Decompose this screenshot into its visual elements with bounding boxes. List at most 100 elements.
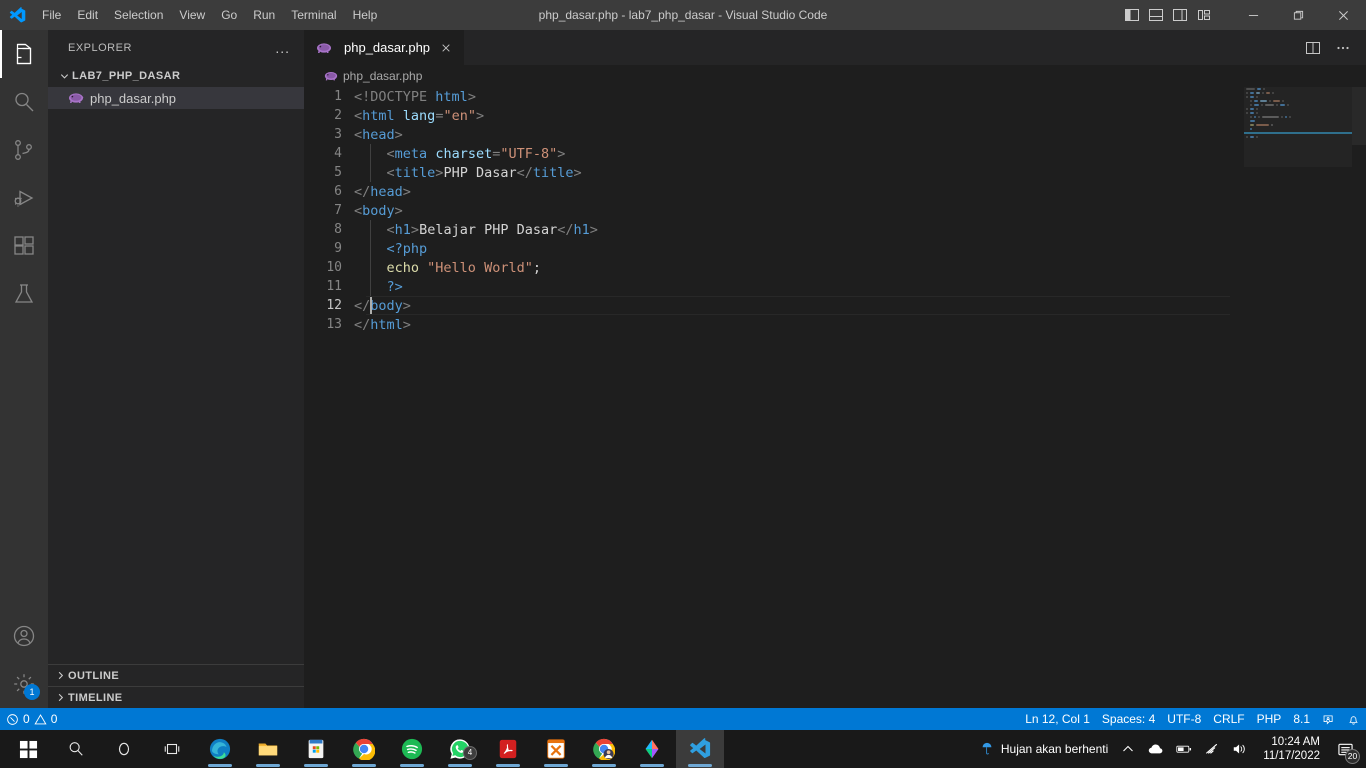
adobe-acrobat-icon[interactable] [484, 730, 532, 768]
cloud-icon[interactable] [1143, 732, 1169, 766]
layout-grid-icon[interactable] [1193, 4, 1215, 26]
editor-minimap[interactable] [1244, 87, 1352, 708]
whatsapp-icon[interactable]: 4 [436, 730, 484, 768]
code-text: <h1>Belajar PHP Dasar</h1> [386, 221, 598, 238]
menu-bar[interactable]: File Edit Selection View Go Run Terminal… [34, 0, 385, 30]
status-encoding[interactable]: UTF-8 [1161, 708, 1207, 730]
file-explorer-icon[interactable] [244, 730, 292, 768]
sidebar-title: EXPLORER [68, 41, 132, 54]
sidebar-item-explorer[interactable] [0, 30, 48, 78]
chevron-up-icon[interactable] [1115, 732, 1141, 766]
split-editor-icon[interactable] [1300, 35, 1326, 61]
bell-icon[interactable] [1341, 708, 1366, 730]
ellipsis-icon[interactable]: ... [269, 40, 296, 56]
panel-right-icon[interactable] [1169, 4, 1191, 26]
code-lines[interactable]: 1 <!DOCTYPE html> 2 <html lang="en"> 3 <head>… [304, 87, 1366, 334]
line-number: 9 [334, 241, 342, 256]
code-editor[interactable]: 1 <!DOCTYPE html> 2 <html lang="en"> 3 <head>… [304, 87, 1366, 708]
task-view-icon[interactable] [148, 730, 196, 768]
gear-icon[interactable]: 1 [0, 660, 48, 708]
explorer-section-timeline[interactable]: TIMELINE [48, 686, 304, 708]
menu-selection[interactable]: Selection [106, 4, 171, 26]
battery-icon[interactable] [1171, 732, 1197, 766]
account-icon[interactable] [0, 612, 48, 660]
code-line-2[interactable]: 2 <html lang="en"> [304, 106, 1366, 125]
cortana-icon[interactable] [100, 730, 148, 768]
close-icon[interactable] [438, 40, 454, 56]
indent-guide [370, 258, 371, 277]
status-indentation[interactable]: Spaces: 4 [1096, 708, 1161, 730]
menu-help[interactable]: Help [345, 4, 386, 26]
explorer-empty-space [48, 109, 304, 664]
chrome-profile-icon[interactable] [580, 730, 628, 768]
menu-edit[interactable]: Edit [69, 4, 106, 26]
editor-vertical-scrollbar[interactable] [1352, 87, 1366, 708]
code-line-7[interactable]: 7 <body> [304, 201, 1366, 220]
line-number: 7 [334, 203, 342, 218]
spotify-icon[interactable] [388, 730, 436, 768]
panel-left-icon[interactable] [1121, 4, 1143, 26]
tweet-icon[interactable] [1316, 708, 1341, 730]
code-line-8[interactable]: 8 <h1>Belajar PHP Dasar</h1> [304, 220, 1366, 239]
weather-widget[interactable]: Hujan akan berhenti [974, 732, 1113, 766]
code-line-1[interactable]: 1 <!DOCTYPE html> [304, 87, 1366, 106]
menu-file[interactable]: File [34, 4, 69, 26]
menu-go[interactable]: Go [213, 4, 245, 26]
status-language-mode[interactable]: PHP [1251, 708, 1288, 730]
sidebar-header: EXPLORER ... [48, 30, 304, 65]
minimap-slider[interactable] [1244, 87, 1352, 167]
explorer-file-php-dasar[interactable]: php_dasar.php [48, 87, 304, 109]
notification-icon[interactable]: 20 [1330, 732, 1360, 766]
maximize-icon[interactable] [1276, 0, 1321, 30]
editor-area: php_dasar.php php_dasar.php 1 <!DOCTYPE … [304, 30, 1366, 708]
sidebar-item-search[interactable] [0, 78, 48, 126]
panel-bottom-icon[interactable] [1145, 4, 1167, 26]
clock-date: 11/17/2022 [1263, 750, 1320, 762]
minimize-icon[interactable] [1231, 0, 1276, 30]
breadcrumb[interactable]: php_dasar.php [304, 65, 1366, 87]
start-button[interactable] [4, 730, 52, 768]
code-line-12[interactable]: 12 </body> [304, 296, 1366, 315]
code-line-3[interactable]: 3 <head> [304, 125, 1366, 144]
sidebar-item-extensions[interactable] [0, 222, 48, 270]
status-eol[interactable]: CRLF [1207, 708, 1250, 730]
activity-bar: 1 [0, 30, 48, 708]
visual-studio-code-icon[interactable] [676, 730, 724, 768]
code-line-11[interactable]: 11 ?> [304, 277, 1366, 296]
indent-guide [370, 220, 371, 239]
sidebar-item-source-control[interactable] [0, 126, 48, 174]
wifi-icon[interactable] [1199, 732, 1225, 766]
microsoft-edge-icon[interactable] [196, 730, 244, 768]
warning-count: 0 [50, 712, 58, 726]
explorer-folder-label: LAB7_PHP_DASAR [72, 70, 181, 82]
status-editor-position[interactable]: Ln 12, Col 1 [1019, 708, 1096, 730]
figma-icon[interactable] [628, 730, 676, 768]
code-line-5[interactable]: 5 <title>PHP Dasar</title> [304, 163, 1366, 182]
clock[interactable]: 10:24 AM 11/17/2022 [1255, 735, 1328, 763]
code-line-9[interactable]: 9 <?php [304, 239, 1366, 258]
code-line-10[interactable]: 10 echo "Hello World"; [304, 258, 1366, 277]
status-php-version[interactable]: 8.1 [1287, 708, 1316, 730]
menu-terminal[interactable]: Terminal [283, 4, 344, 26]
close-icon[interactable] [1321, 0, 1366, 30]
sidebar-item-testing[interactable] [0, 270, 48, 318]
explorer-section-outline[interactable]: OUTLINE [48, 664, 304, 686]
code-line-6[interactable]: 6 </head> [304, 182, 1366, 201]
volume-icon[interactable] [1227, 732, 1253, 766]
code-line-4[interactable]: 4 <meta charset="UTF-8"> [304, 144, 1366, 163]
ellipsis-icon[interactable] [1330, 35, 1356, 61]
line-number: 2 [334, 108, 342, 123]
line-number: 6 [334, 184, 342, 199]
code-line-13[interactable]: 13 </html> [304, 315, 1366, 334]
explorer-folder-root[interactable]: LAB7_PHP_DASAR [48, 65, 304, 87]
status-problems[interactable]: 0 0 [0, 708, 63, 730]
google-chrome-icon[interactable] [340, 730, 388, 768]
xampp-icon[interactable] [532, 730, 580, 768]
menu-run[interactable]: Run [245, 4, 283, 26]
php-file-icon [324, 69, 338, 83]
search-icon[interactable] [52, 730, 100, 768]
sidebar-item-run-and-debug[interactable] [0, 174, 48, 222]
tab-php-dasar-php[interactable]: php_dasar.php [304, 30, 466, 65]
menu-view[interactable]: View [171, 4, 213, 26]
microsoft-store-icon[interactable] [292, 730, 340, 768]
